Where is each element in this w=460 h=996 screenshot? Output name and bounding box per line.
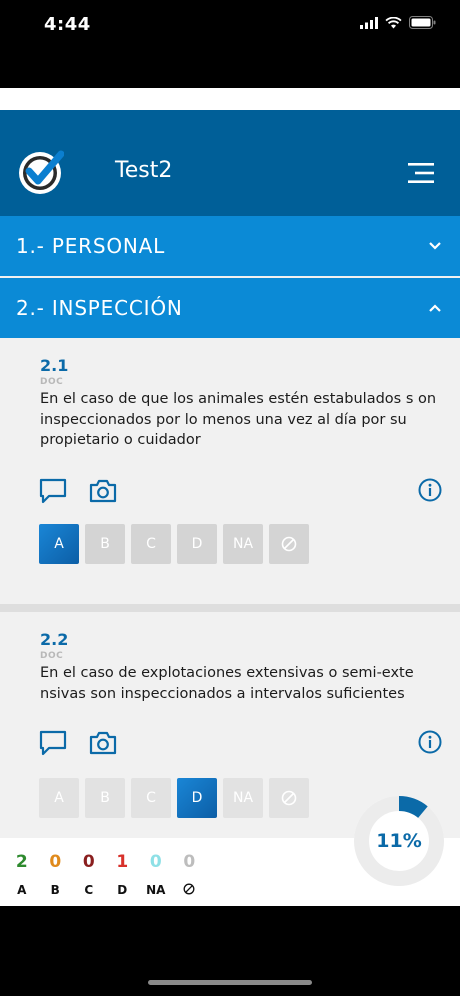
count-not-applicable: 0 (173, 852, 207, 898)
count-na: 0 NA (139, 852, 173, 898)
question-number: 2.2 (40, 630, 69, 649)
count-value: 1 (116, 852, 129, 872)
prohibited-icon (281, 790, 297, 806)
info-icon[interactable] (418, 730, 442, 754)
count-value: 0 (183, 852, 196, 872)
app-screen: Test2 1.- PERSONAL 2.- INSPECCIÓN 2.1 DO… (0, 88, 460, 906)
section-label: 2.- INSPECCIÓN (16, 296, 183, 320)
answer-options: A B C D NA (39, 778, 309, 818)
section-personal[interactable]: 1.- PERSONAL (0, 216, 460, 276)
chevron-down-icon (429, 242, 441, 250)
home-indicator (148, 980, 312, 985)
status-time: 4:44 (44, 14, 91, 35)
app-header: Test2 (0, 110, 460, 216)
camera-icon[interactable] (89, 478, 117, 504)
question-text: En el caso de explotaciones extensivas o… (40, 665, 414, 702)
count-label: C (84, 883, 94, 897)
section-label: 1.- PERSONAL (16, 234, 166, 258)
option-na-button[interactable]: NA (223, 524, 263, 564)
count-value: 0 (82, 852, 95, 872)
option-not-applicable-button[interactable] (269, 778, 309, 818)
count-label: D (117, 883, 128, 897)
count-value: 2 (15, 852, 28, 872)
option-c-button[interactable]: C (131, 778, 171, 818)
info-icon[interactable] (418, 478, 442, 502)
battery-icon (409, 16, 436, 29)
top-spacer (0, 88, 460, 110)
count-b: 0 B (39, 852, 73, 898)
signal-icon (360, 16, 378, 29)
count-value: 0 (49, 852, 62, 872)
option-a-button[interactable]: A (39, 524, 79, 564)
option-c-button[interactable]: C (131, 524, 171, 564)
count-value: 0 (149, 852, 162, 872)
option-na-button[interactable]: NA (223, 778, 263, 818)
question-text: En el caso de que los animales estén est… (40, 391, 437, 448)
count-label: A (17, 883, 27, 897)
question-card: 2.1 DOC En el caso de que los animales e… (0, 338, 460, 604)
status-icons (360, 16, 436, 29)
option-b-button[interactable]: B (85, 524, 125, 564)
section-inspeccion[interactable]: 2.- INSPECCIÓN (0, 278, 460, 338)
answer-options: A B C D NA (39, 524, 309, 564)
question-actions (39, 478, 117, 504)
option-b-button[interactable]: B (85, 778, 125, 818)
camera-icon[interactable] (89, 730, 117, 756)
question-tag: DOC (40, 377, 64, 387)
count-a: 2 A (5, 852, 39, 898)
checkmark-logo-icon (19, 150, 64, 194)
answer-counts: 2 A 0 B 0 C 1 D 0 NA 0 (0, 852, 206, 898)
question-divider (0, 604, 460, 612)
comment-icon[interactable] (39, 478, 67, 504)
prohibited-icon (183, 883, 195, 895)
count-label (173, 883, 207, 898)
question-number: 2.1 (40, 356, 69, 375)
progress-indicator: 11% (354, 796, 444, 886)
option-a-button[interactable]: A (39, 778, 79, 818)
count-d: 1 D (106, 852, 140, 898)
option-d-button[interactable]: D (177, 778, 217, 818)
app-title: Test2 (115, 158, 173, 183)
menu-icon[interactable] (408, 162, 434, 184)
count-c: 0 C (72, 852, 106, 898)
prohibited-icon (281, 536, 297, 552)
progress-text: 11% (376, 830, 422, 852)
question-tag: DOC (40, 651, 64, 661)
comment-icon[interactable] (39, 730, 67, 756)
count-label: NA (146, 883, 166, 897)
status-bar: 4:44 (0, 0, 460, 50)
count-label: B (50, 883, 60, 897)
wifi-icon (385, 16, 402, 28)
question-actions (39, 730, 117, 756)
chevron-up-icon (429, 304, 441, 312)
option-not-applicable-button[interactable] (269, 524, 309, 564)
option-d-button[interactable]: D (177, 524, 217, 564)
device-notch (112, 0, 348, 34)
